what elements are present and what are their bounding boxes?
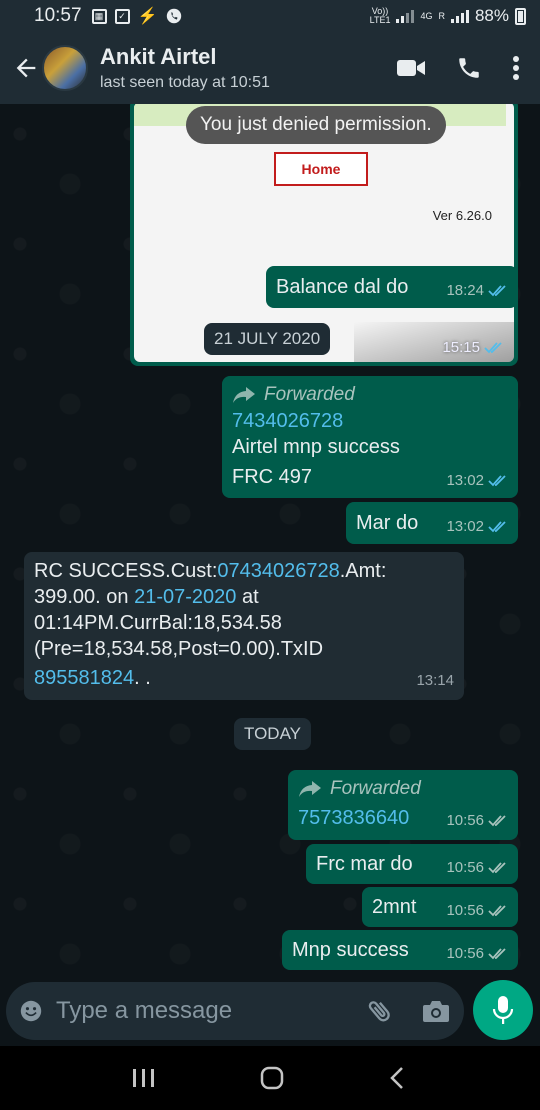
battery-percent: 88% [474,6,509,25]
delivered-receipt-icon [488,905,506,917]
message-input-container[interactable] [6,982,464,1040]
signal-icon-2 [450,9,469,23]
forwarded-label: Forwarded [298,776,508,802]
delivered-receipt-icon [488,948,506,960]
txid-link[interactable]: 895581824 [34,667,134,689]
message-time: 13:14 [416,672,454,689]
message-text: Frc mar do [316,853,413,875]
voice-call-icon[interactable] [456,55,482,81]
read-receipt-icon [488,521,506,533]
message-text: Mnp success [292,939,409,961]
phone-number-link[interactable]: 7573836640 [298,805,409,831]
chat-area[interactable]: You just denied permission. Home Ver 6.2… [0,104,540,980]
message-time: 10:56 [446,859,484,876]
message-bubble[interactable]: Balance dal do 18:24 [266,266,518,308]
contact-info[interactable]: Ankit Airtel last seen today at 10:51 [100,44,270,92]
phone-number-link[interactable]: 07434026728 [217,560,339,582]
date-link[interactable]: 21-07-2020 [134,586,236,608]
read-receipt-icon [488,475,506,487]
microphone-icon [492,996,514,1024]
read-receipt-icon [484,341,502,353]
camera-icon[interactable] [422,998,450,1024]
battery-icon [515,7,526,25]
contact-name: Ankit Airtel [100,44,217,69]
home-icon[interactable] [259,1065,285,1091]
recent-apps-icon[interactable] [131,1067,157,1089]
message-bubble[interactable]: 2mnt 10:56 [362,887,518,927]
chat-header: Ankit Airtel last seen today at 10:51 [0,32,540,104]
status-bar: 10:57 ▦ ✓ ⚡ Vo)) LTE1 4G R 88% [0,0,540,32]
message-input[interactable] [56,997,366,1025]
message-bubble[interactable]: Mar do 13:02 [346,502,518,544]
delivered-receipt-icon [488,815,506,827]
message-bubble[interactable]: Forwarded 7434026728 Airtel mnp success … [222,376,518,498]
back-icon[interactable] [387,1065,409,1091]
avatar[interactable] [42,45,88,91]
image-version: Ver 6.26.0 [432,208,492,223]
roaming-label: R [438,10,445,21]
forward-arrow-icon [233,387,255,403]
voice-record-button[interactable] [473,980,533,1040]
message-time: 15:15 [442,339,480,356]
wand-notification-icon: ⚡ [137,8,158,25]
message-time: 10:56 [446,902,484,919]
forward-arrow-icon [299,781,321,797]
message-text: Balance dal do [276,276,409,298]
back-arrow-icon[interactable] [10,54,42,82]
message-time: 18:24 [446,282,484,299]
message-text: FRC 497 [232,466,313,488]
whatsapp-notification-icon [167,8,182,24]
check-notification-icon: ✓ [114,8,130,24]
message-time: 10:56 [446,945,484,962]
delivered-receipt-icon [488,862,506,874]
date-separator: TODAY [234,718,311,750]
message-text: 2mnt [372,896,417,918]
message-time: 10:56 [446,812,484,829]
message-bubble[interactable]: Mnp success 10:56 [282,930,518,970]
message-bubble[interactable]: RC SUCCESS.Cust:07434026728.Amt: 399.00.… [24,552,464,700]
emoji-icon[interactable] [20,997,42,1025]
toast-text: You just denied permission. [186,106,446,144]
gallery-notification-icon: ▦ [91,8,107,24]
last-seen: last seen today at 10:51 [100,74,270,91]
composer [0,980,540,1046]
date-separator: 21 JULY 2020 [204,323,331,355]
attachment-icon[interactable] [366,997,394,1025]
message-time: 13:02 [446,472,484,489]
status-time: 10:57 [34,5,82,26]
lte-label: LTE1 [369,15,391,25]
message-bubble[interactable]: Frc mar do 10:56 [306,844,518,884]
message-text: Mar do [356,512,419,534]
message-bubble[interactable]: Forwarded 7573836640 10:56 [288,770,518,840]
phone-number-link[interactable]: 7434026728 [232,408,508,434]
image-home-button: Home [274,152,368,186]
message-text: Airtel mnp success [232,436,400,458]
video-call-icon[interactable] [396,57,426,79]
system-navigation-bar [0,1046,540,1110]
forwarded-label: Forwarded [232,382,508,408]
read-receipt-icon [488,285,506,297]
network-type-label: 4G [420,10,433,21]
message-time: 13:02 [446,518,484,535]
signal-icon [396,9,415,23]
more-options-icon[interactable] [512,55,520,81]
